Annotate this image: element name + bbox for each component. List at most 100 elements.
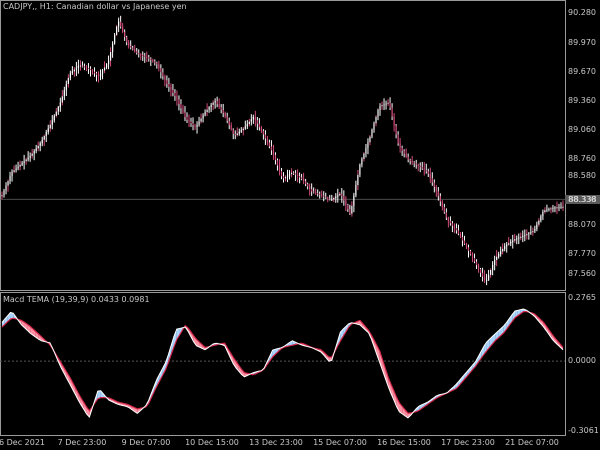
candle-body bbox=[174, 92, 176, 96]
candle-body bbox=[481, 272, 484, 277]
candle-body bbox=[272, 150, 275, 155]
candle-body bbox=[55, 111, 57, 116]
candle-body bbox=[377, 110, 379, 117]
candle-body bbox=[51, 120, 53, 125]
time-tick: 6 Dec 2021 bbox=[0, 438, 46, 447]
candle-body bbox=[391, 107, 393, 117]
candle-body bbox=[335, 196, 337, 199]
candle-body bbox=[156, 62, 158, 65]
candle-body bbox=[276, 160, 279, 166]
time-tick: 17 Dec 23:00 bbox=[441, 438, 495, 447]
candle-body bbox=[144, 55, 146, 57]
candle-body bbox=[130, 45, 132, 48]
price-tick: 88.760 bbox=[568, 153, 596, 163]
candle-body bbox=[99, 73, 102, 77]
candle-body bbox=[469, 250, 472, 255]
candle-body bbox=[530, 232, 532, 234]
chart-canvas bbox=[0, 0, 566, 436]
candle-body bbox=[73, 69, 75, 72]
candle-body bbox=[389, 102, 391, 108]
candle-body bbox=[246, 124, 248, 127]
candle-body bbox=[19, 164, 21, 167]
candle-body bbox=[536, 224, 538, 229]
candle-body bbox=[168, 83, 170, 87]
candle-body bbox=[550, 208, 552, 210]
candle-body bbox=[397, 134, 399, 144]
candle-body bbox=[224, 112, 226, 117]
candle-body bbox=[178, 99, 180, 104]
candle-body bbox=[77, 66, 80, 68]
candle-body bbox=[347, 204, 349, 210]
candle-body bbox=[9, 176, 11, 181]
candle-body bbox=[17, 166, 19, 169]
candle-body bbox=[461, 237, 464, 241]
candle-body bbox=[160, 68, 162, 73]
candle-body bbox=[11, 171, 13, 177]
candle-body bbox=[393, 116, 395, 126]
candle-body bbox=[290, 172, 293, 175]
time-tick: 15 Dec 07:00 bbox=[313, 438, 367, 447]
candle-body bbox=[395, 125, 397, 135]
candle-body bbox=[202, 115, 204, 119]
time-tick: 21 Dec 07:00 bbox=[505, 438, 559, 447]
candle-body bbox=[453, 225, 456, 229]
candle-body bbox=[43, 135, 45, 140]
signal-line bbox=[1, 311, 564, 414]
candle-body bbox=[540, 216, 542, 221]
candle-body bbox=[431, 178, 433, 183]
candle-body bbox=[258, 123, 260, 128]
candle-body bbox=[63, 90, 65, 97]
candle-body bbox=[128, 42, 130, 46]
candle-body bbox=[262, 130, 264, 135]
candle-body bbox=[459, 233, 462, 238]
candle-body bbox=[339, 193, 341, 196]
candle-body bbox=[494, 260, 496, 265]
candle-body bbox=[526, 234, 528, 236]
candle-body bbox=[23, 161, 25, 163]
indicator-tick: -0.3061 bbox=[568, 425, 599, 435]
candle-body bbox=[47, 128, 49, 133]
candle-body bbox=[405, 153, 407, 157]
candle-body bbox=[79, 65, 82, 67]
candle-body bbox=[105, 64, 108, 68]
candle-body bbox=[83, 66, 86, 68]
candle-body bbox=[413, 162, 415, 164]
candle-body bbox=[29, 155, 31, 158]
candle-body bbox=[375, 116, 377, 124]
candle-body bbox=[111, 43, 114, 53]
candle-body bbox=[455, 228, 458, 231]
candle-body bbox=[409, 159, 411, 162]
candle-body bbox=[71, 71, 73, 74]
candle-body bbox=[488, 274, 490, 280]
candle-body bbox=[522, 236, 524, 238]
candle-body bbox=[512, 240, 514, 242]
candle-body bbox=[248, 121, 250, 125]
candle-body bbox=[260, 127, 262, 131]
candle-body bbox=[514, 239, 516, 241]
candle-body bbox=[365, 147, 367, 154]
candle-body bbox=[554, 207, 556, 209]
candle-body bbox=[498, 254, 500, 257]
candle-body bbox=[198, 121, 200, 125]
candle-body bbox=[132, 47, 134, 50]
time-tick: 13 Dec 23:00 bbox=[249, 438, 303, 447]
candle-body bbox=[485, 279, 488, 281]
candle-body bbox=[516, 238, 518, 240]
candle-body bbox=[457, 230, 460, 234]
candle-body bbox=[439, 196, 441, 202]
price-tick: 89.670 bbox=[568, 66, 596, 76]
candle-body bbox=[280, 170, 283, 177]
candle-body bbox=[296, 174, 299, 177]
candle-body bbox=[69, 73, 71, 78]
price-tick: 89.060 bbox=[568, 125, 596, 135]
candle-body bbox=[363, 153, 365, 159]
candle-body bbox=[166, 80, 168, 84]
macd-line bbox=[1, 308, 564, 419]
candle-body bbox=[180, 103, 182, 109]
candle-body bbox=[471, 254, 474, 259]
candle-body bbox=[506, 244, 508, 247]
candle-body bbox=[57, 107, 59, 112]
candle-body bbox=[323, 195, 325, 197]
candle-body bbox=[427, 171, 429, 174]
candle-body bbox=[264, 134, 267, 139]
